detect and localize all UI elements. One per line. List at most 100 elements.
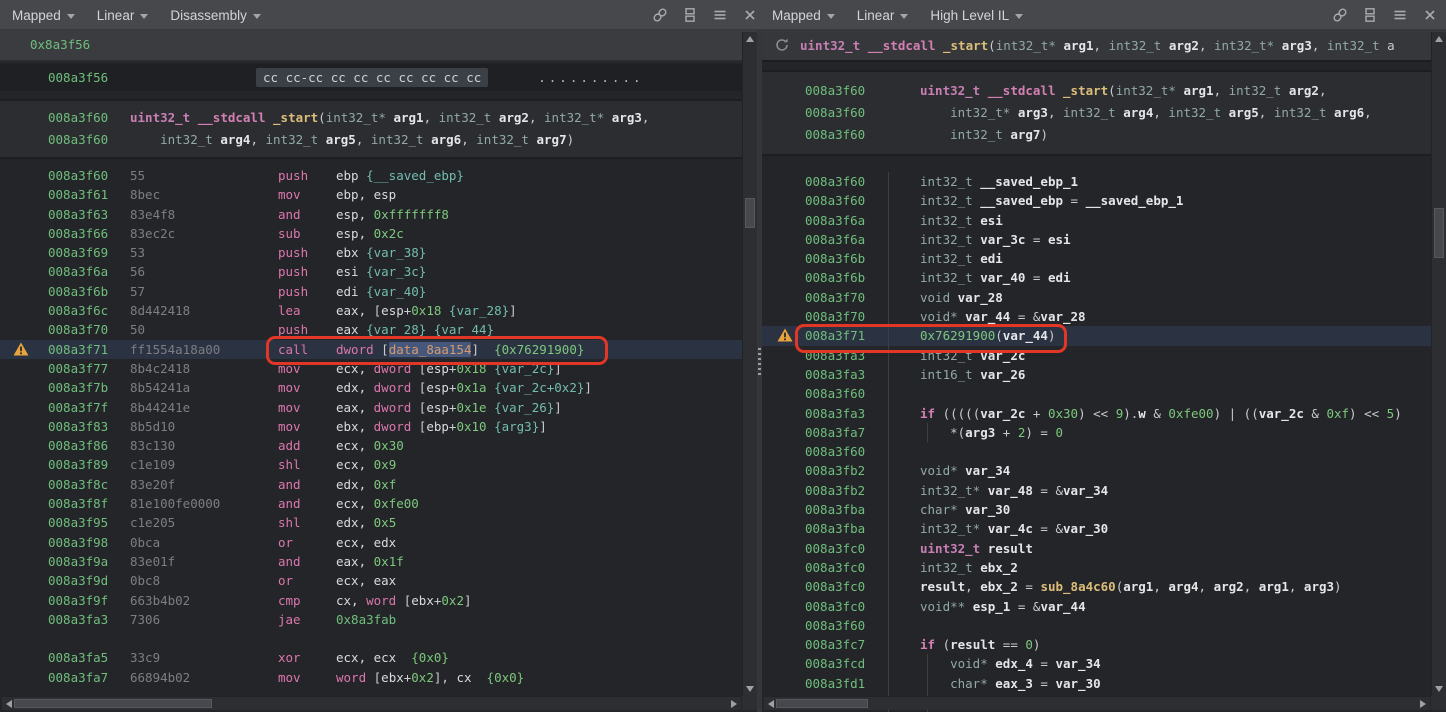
- hlil-row[interactable]: 008a3fc0uint32_t result: [762, 539, 1446, 558]
- padding-bytes-row[interactable]: 008a3f56 cc cc-cc cc cc cc cc cc cc cc .…: [0, 64, 757, 91]
- hlil-row[interactable]: 008a3fbachar* var_30: [762, 500, 1446, 519]
- scroll-right-arrow[interactable]: [731, 700, 737, 708]
- splitter-handle-dots[interactable]: [758, 348, 761, 376]
- hlil-row[interactable]: 008a3fd1 char* eax_3 = var_30: [762, 674, 1446, 693]
- linear-menu[interactable]: Linear: [857, 8, 909, 23]
- mapped-menu[interactable]: Mapped: [772, 8, 835, 23]
- sig-row[interactable]: 008a3f60uint32_t __stdcall _start(int32_…: [0, 107, 757, 129]
- asm-row[interactable]: 008a3f6383e4f8andesp, 0xfffffff8: [0, 205, 757, 224]
- asm-row[interactable]: 008a3f980bcaorecx, edx: [0, 533, 757, 552]
- mapped-menu[interactable]: Mapped: [12, 8, 75, 23]
- asm-row[interactable]: 008a3f7f8b44241emoveax, dword [esp+0x1e …: [0, 398, 757, 417]
- asm-row[interactable]: 008a3f8c83e20fandedx, 0xf: [0, 475, 757, 494]
- hlil-row[interactable]: 008a3fa3int16_t var_26: [762, 365, 1446, 384]
- hlil-row[interactable]: 008a3fc7if (result == 0): [762, 635, 1446, 654]
- asm-row[interactable]: 008a3f6683ec2csubesp, 0x2c: [0, 224, 757, 243]
- vertical-scrollbar[interactable]: [1431, 32, 1446, 696]
- scrollbar-thumb[interactable]: [745, 198, 755, 228]
- scroll-up-arrow[interactable]: [1435, 36, 1443, 42]
- view-type-menu[interactable]: High Level IL: [930, 8, 1023, 23]
- asm-row[interactable]: 008a3f6c8d442418leaeax, [esp+0x18 {var_2…: [0, 301, 757, 320]
- link-icon[interactable]: [1328, 4, 1351, 27]
- horizontal-scrollbar[interactable]: [764, 696, 1430, 710]
- asm-row[interactable]: 008a3f8f81e100fe0000andecx, 0xfe00: [0, 494, 757, 513]
- asm-row[interactable]: [0, 629, 757, 648]
- hlil-row[interactable]: 008a3f60: [762, 442, 1446, 461]
- sig-row[interactable]: 008a3f60 int32_t arg4, int32_t arg5, int…: [0, 129, 757, 151]
- asm-row[interactable]: 008a3f89c1e109shlecx, 0x9: [0, 455, 757, 474]
- sig-row[interactable]: 008a3f60uint32_t __stdcall _start(int32_…: [762, 80, 1446, 102]
- asm-row[interactable]: 008a3f6953pushebx {var_38}: [0, 243, 757, 262]
- code-token: eax,: [336, 303, 374, 318]
- menu-icon[interactable]: [708, 4, 731, 27]
- hlil-row[interactable]: 008a3f6aint32_t var_3c = esi: [762, 230, 1446, 249]
- split-sync-icon[interactable]: [1358, 4, 1381, 27]
- scrollbar-thumb[interactable]: [1434, 208, 1444, 258]
- code-token: int32_t: [1229, 83, 1282, 98]
- hlil-row[interactable]: 008a3fbaint32_t* var_4c = &var_30: [762, 519, 1446, 538]
- link-icon[interactable]: [648, 4, 671, 27]
- menu-icon[interactable]: [1388, 4, 1411, 27]
- asm-row[interactable]: 008a3f8683c130addecx, 0x30: [0, 436, 757, 455]
- asm-row[interactable]: 008a3f9f663b4b02cmpcx, word [ebx+0x2]: [0, 591, 757, 610]
- asm-row[interactable]: 008a3f7050pusheax {var_28} {var_44}: [0, 320, 757, 339]
- hlil-row[interactable]: 008a3fc0int32_t ebx_2: [762, 558, 1446, 577]
- asm-row[interactable]: 008a3f7b8b54241amovedx, dword [esp+0x1a …: [0, 378, 757, 397]
- scroll-right-arrow[interactable]: [1420, 700, 1426, 708]
- hlil-row[interactable]: 008a3fcd void* edx_4 = var_34: [762, 654, 1446, 673]
- scroll-left-arrow[interactable]: [6, 700, 12, 708]
- asm-row[interactable]: 008a3f618becmovebp, esp: [0, 185, 757, 204]
- asm-row[interactable]: 008a3fa533c9xorecx, ecx {0x0}: [0, 648, 757, 667]
- scroll-up-arrow[interactable]: [746, 36, 754, 42]
- hlil-row[interactable]: 008a3fc0void** esp_1 = &var_44: [762, 597, 1446, 616]
- horizontal-scrollbar[interactable]: [2, 696, 741, 710]
- scroll-down-arrow[interactable]: [1435, 686, 1443, 692]
- asm-row[interactable]: 008a3f6b57pushedi {var_40}: [0, 282, 757, 301]
- asm-row[interactable]: 008a3f9d0bc8orecx, eax: [0, 571, 757, 590]
- hlil-row[interactable]: 008a3fb2int32_t* var_48 = &var_34: [762, 481, 1446, 500]
- code-token: edi: [980, 251, 1003, 266]
- hlil-row[interactable]: 008a3fb2void* var_34: [762, 461, 1446, 480]
- hex-bytes: cc cc-cc cc cc cc cc cc cc cc: [256, 68, 488, 87]
- hlil-row[interactable]: 008a3fc0result, ebx_2 = sub_8a4c60(arg1,…: [762, 577, 1446, 596]
- mnemonic: push: [278, 282, 336, 301]
- hlil-row[interactable]: 008a3f6aint32_t esi: [762, 211, 1446, 230]
- sig-row[interactable]: 008a3f60 int32_t* arg3, int32_t arg4, in…: [762, 102, 1446, 124]
- asm-row[interactable]: 008a3f71ff1554a18a00calldword [data_8aa1…: [0, 340, 757, 359]
- asm-row[interactable]: 008a3fa766894b02movword [ebx+0x2], cx {0…: [0, 668, 757, 687]
- hlil-row[interactable]: 008a3f70void var_28: [762, 288, 1446, 307]
- hlil-row[interactable]: 008a3f60int32_t __saved_ebp_1: [762, 172, 1446, 191]
- view-type-menu[interactable]: Disassembly: [170, 8, 261, 23]
- asm-row[interactable]: 008a3f6055pushebp {__saved_ebp}: [0, 166, 757, 185]
- close-icon[interactable]: [738, 4, 761, 27]
- asm-row[interactable]: 008a3f6a56pushesi {var_3c}: [0, 262, 757, 281]
- code-token: ecx,: [336, 361, 374, 376]
- hlil-row[interactable]: 008a3fa3if (((((var_2c + 0x30) << 9).w &…: [762, 404, 1446, 423]
- split-sync-icon[interactable]: [678, 4, 701, 27]
- scroll-left-arrow[interactable]: [768, 700, 774, 708]
- asm-row[interactable]: 008a3f778b4c2418movecx, dword [esp+0x18 …: [0, 359, 757, 378]
- scroll-down-arrow[interactable]: [746, 686, 754, 692]
- asm-row[interactable]: 008a3fa37306jae0x8a3fab: [0, 610, 757, 629]
- hlil-row[interactable]: 008a3fa3int32_t var_2c: [762, 346, 1446, 365]
- asm-row[interactable]: 008a3f9a83e01fandeax, 0x1f: [0, 552, 757, 571]
- hlil-row[interactable]: 008a3f60: [762, 616, 1446, 635]
- code-token: ebp, esp: [336, 187, 396, 202]
- sig-row[interactable]: 008a3f60 int32_t arg7): [762, 124, 1446, 146]
- hlil-row[interactable]: 008a3f710x76291900(var_44): [762, 326, 1446, 345]
- address: 008a3fa5: [48, 648, 130, 667]
- scrollbar-thumb[interactable]: [14, 699, 212, 708]
- linear-menu[interactable]: Linear: [97, 8, 149, 23]
- hlil-row[interactable]: 008a3f70void* var_44 = &var_28: [762, 307, 1446, 326]
- hlil-row[interactable]: 008a3f6bint32_t edi: [762, 249, 1446, 268]
- asm-row[interactable]: 008a3f838b5d10movebx, dword [ebp+0x10 {a…: [0, 417, 757, 436]
- hlil-row[interactable]: 008a3f60int32_t __saved_ebp = __saved_eb…: [762, 191, 1446, 210]
- asm-row[interactable]: 008a3f95c1e205shledx, 0x5: [0, 513, 757, 532]
- vertical-scrollbar[interactable]: [742, 32, 757, 696]
- hlil-row[interactable]: 008a3fa7 *(arg3 + 2) = 0: [762, 423, 1446, 442]
- scrollbar-thumb[interactable]: [776, 699, 868, 708]
- code-token: int16_t: [920, 367, 980, 382]
- close-icon[interactable]: [1418, 4, 1441, 27]
- hlil-row[interactable]: 008a3f6bint32_t var_40 = edi: [762, 268, 1446, 287]
- hlil-row[interactable]: 008a3f60: [762, 384, 1446, 403]
